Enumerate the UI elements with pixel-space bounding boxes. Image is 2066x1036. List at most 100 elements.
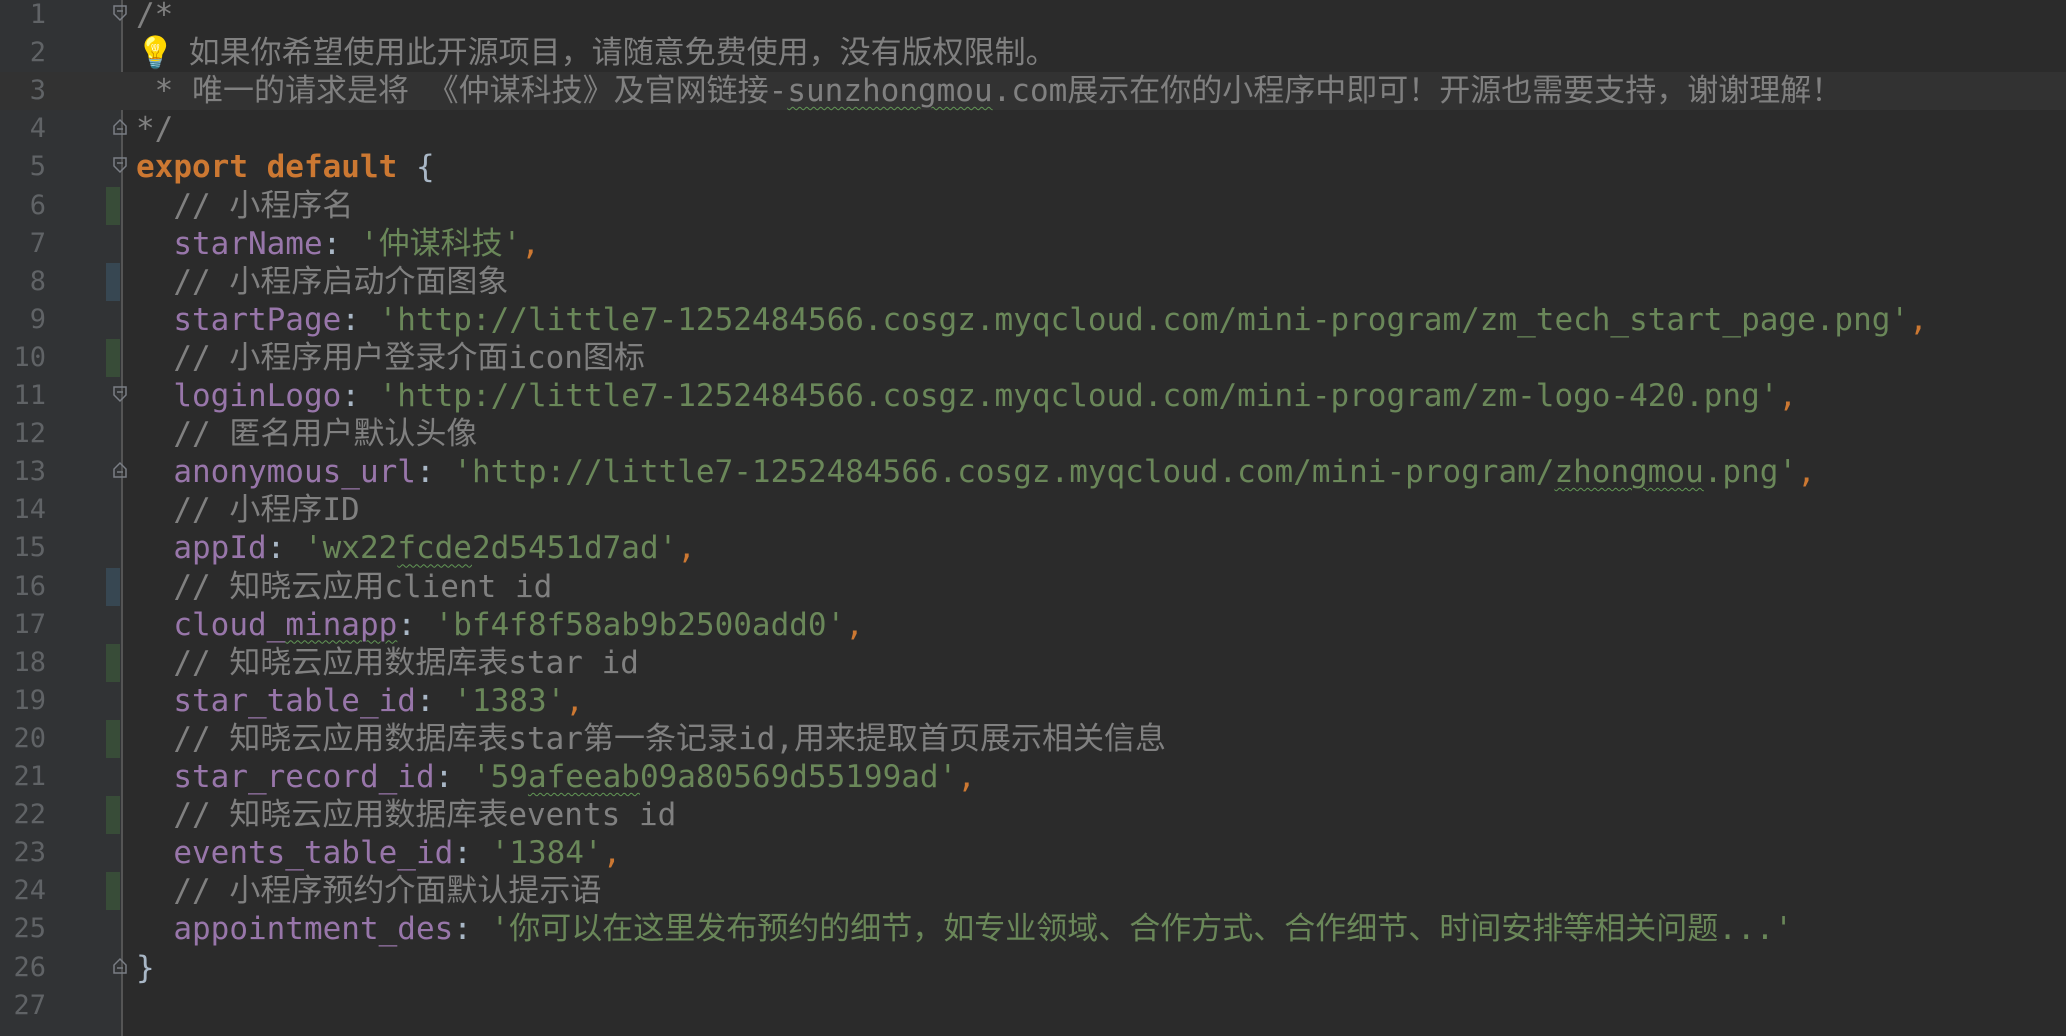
code-line[interactable]: 11 loginLogo: 'http://little7-1252484566…: [0, 377, 2066, 415]
line-number[interactable]: 13: [0, 453, 46, 491]
code-line[interactable]: 21 star_record_id: '59afeeab09a80569d551…: [0, 758, 2066, 796]
line-number[interactable]: 9: [0, 301, 46, 339]
code-line[interactable]: 20 // 知晓云应用数据库表star第一条记录id,用来提取首页展示相关信息: [0, 719, 2066, 758]
code-token: ,: [845, 606, 864, 643]
fold-collapse-icon[interactable]: [112, 156, 128, 174]
code-line[interactable]: 18 // 知晓云应用数据库表star id: [0, 643, 2066, 682]
code-text[interactable]: loginLogo: 'http://little7-1252484566.co…: [136, 377, 1797, 415]
code-text[interactable]: // 小程序用户登录介面icon图标: [136, 339, 645, 377]
code-text[interactable]: star_table_id: '1383',: [136, 682, 584, 720]
code-text[interactable]: * 唯一的请求是将 《仲谋科技》及官网链接-sunzhongmou.com展示在…: [136, 72, 1843, 110]
code-line[interactable]: 17 cloud_minapp: 'bf4f8f58ab9b2500add0',: [0, 606, 2066, 644]
code-text[interactable]: // 知晓云应用数据库表star第一条记录id,用来提取首页展示相关信息: [136, 720, 1166, 758]
line-number[interactable]: 11: [0, 377, 46, 415]
fold-collapse-icon[interactable]: [112, 4, 128, 22]
code-text[interactable]: anonymous_url: 'http://little7-125248456…: [136, 453, 1815, 491]
line-number[interactable]: 27: [0, 987, 46, 1025]
code-line[interactable]: 10 // 小程序用户登录介面icon图标: [0, 338, 2066, 377]
line-number[interactable]: 15: [0, 529, 46, 567]
code-text[interactable]: // 知晓云应用client id: [136, 568, 552, 606]
code-text[interactable]: startPage: 'http://little7-1252484566.co…: [136, 301, 1927, 339]
code-token: // 知晓云应用数据库表star第一条记录id,用来提取首页展示相关信息: [136, 720, 1166, 757]
code-text[interactable]: // 小程序名: [136, 187, 353, 225]
line-number[interactable]: 14: [0, 491, 46, 529]
code-text[interactable]: // 知晓云应用数据库表star id: [136, 644, 639, 682]
fold-end-icon[interactable]: [112, 118, 128, 136]
code-text[interactable]: appId: 'wx22fcde2d5451d7ad',: [136, 529, 696, 567]
code-token: ,: [521, 225, 540, 262]
code-line[interactable]: 2 💡 如果你希望使用此开源项目，请随意免费使用，没有版权限制。: [0, 34, 2066, 72]
code-line[interactable]: 23 events_table_id: '1384',: [0, 834, 2066, 872]
code-line[interactable]: 14 // 小程序ID: [0, 491, 2066, 529]
code-editor[interactable]: 1/* 2 💡 如果你希望使用此开源项目，请随意免费使用，没有版权限制。 3 * 唯一…: [0, 0, 2066, 1036]
line-number[interactable]: 22: [0, 796, 46, 834]
vcs-change-marker[interactable]: [106, 567, 120, 606]
lightbulb-icon[interactable]: 💡: [136, 34, 175, 72]
code-line[interactable]: 22 // 知晓云应用数据库表events id: [0, 796, 2066, 835]
code-line[interactable]: 13 anonymous_url: 'http://little7-125248…: [0, 453, 2066, 491]
code-text[interactable]: */: [136, 110, 173, 148]
code-text[interactable]: // 小程序ID: [136, 491, 359, 529]
code-line[interactable]: 9 startPage: 'http://little7-1252484566.…: [0, 301, 2066, 339]
line-number[interactable]: 10: [0, 339, 46, 377]
line-number[interactable]: 24: [0, 872, 46, 910]
line-number[interactable]: 8: [0, 263, 46, 301]
code-line[interactable]: 5 export default {: [0, 148, 2066, 186]
code-line[interactable]: 4 */: [0, 110, 2066, 148]
line-number[interactable]: 18: [0, 644, 46, 682]
code-line[interactable]: 24 // 小程序预约介面默认提示语: [0, 872, 2066, 911]
code-text[interactable]: 💡 如果你希望使用此开源项目，请随意免费使用，没有版权限制。: [136, 34, 1057, 72]
code-text[interactable]: // 匿名用户默认头像: [136, 415, 477, 453]
fold-end-icon[interactable]: [112, 461, 128, 479]
code-line[interactable]: 8 // 小程序启动介面图象: [0, 262, 2066, 301]
code-text[interactable]: // 小程序启动介面图象: [136, 263, 508, 301]
code-line[interactable]: 7 starName: '仲谋科技',: [0, 225, 2066, 263]
line-number[interactable]: 21: [0, 758, 46, 796]
line-number[interactable]: 20: [0, 720, 46, 758]
line-number[interactable]: 26: [0, 949, 46, 987]
code-line[interactable]: 19 star_table_id: '1383',: [0, 682, 2066, 720]
fold-end-icon[interactable]: [112, 957, 128, 975]
code-line[interactable]: 27: [0, 987, 2066, 1025]
code-line[interactable]: 25 appointment_des: '你可以在这里发布预约的细节，如专业领域…: [0, 910, 2066, 948]
line-number[interactable]: 16: [0, 568, 46, 606]
line-number[interactable]: 6: [0, 187, 46, 225]
vcs-change-marker[interactable]: [106, 872, 120, 911]
code-line[interactable]: 1 /*: [0, 0, 2066, 34]
line-number[interactable]: 7: [0, 225, 46, 263]
code-token: ,: [677, 530, 696, 567]
line-number[interactable]: 17: [0, 606, 46, 644]
code-text[interactable]: cloud_minapp: 'bf4f8f58ab9b2500add0',: [136, 606, 864, 644]
code-line[interactable]: 3 * 唯一的请求是将 《仲谋科技》及官网链接-sunzhongmou.com展…: [0, 72, 2066, 111]
code-line[interactable]: 15 appId: 'wx22fcde2d5451d7ad',: [0, 529, 2066, 567]
line-number[interactable]: 1: [0, 0, 46, 34]
vcs-change-marker[interactable]: [106, 262, 120, 301]
code-text[interactable]: // 小程序预约介面默认提示语: [136, 872, 601, 910]
line-number[interactable]: 19: [0, 682, 46, 720]
vcs-change-marker[interactable]: [106, 796, 120, 835]
line-number[interactable]: 4: [0, 110, 46, 148]
vcs-change-marker[interactable]: [106, 643, 120, 682]
code-line[interactable]: 6 // 小程序名: [0, 186, 2066, 225]
code-line[interactable]: 12 // 匿名用户默认头像: [0, 415, 2066, 453]
code-text[interactable]: /*: [136, 0, 173, 34]
code-line[interactable]: 26}: [0, 949, 2066, 987]
vcs-change-marker[interactable]: [106, 338, 120, 377]
code-text[interactable]: export default {: [136, 148, 435, 186]
fold-collapse-icon[interactable]: [112, 385, 128, 403]
code-text[interactable]: appointment_des: '你可以在这里发布预约的细节，如专业领域、合作…: [136, 910, 1793, 948]
vcs-change-marker[interactable]: [106, 719, 120, 758]
line-number[interactable]: 2: [0, 34, 46, 72]
code-line[interactable]: 16 // 知晓云应用client id: [0, 567, 2066, 606]
line-number[interactable]: 5: [0, 148, 46, 186]
code-text[interactable]: starName: '仲谋科技',: [136, 225, 540, 263]
vcs-change-marker[interactable]: [106, 186, 120, 225]
code-text[interactable]: // 知晓云应用数据库表events id: [136, 796, 676, 834]
line-number[interactable]: 25: [0, 910, 46, 948]
line-number[interactable]: 12: [0, 415, 46, 453]
code-text[interactable]: star_record_id: '59afeeab09a80569d55199a…: [136, 758, 976, 796]
line-number[interactable]: 23: [0, 834, 46, 872]
code-text[interactable]: }: [136, 949, 155, 987]
line-number[interactable]: 3: [0, 72, 46, 110]
code-text[interactable]: events_table_id: '1384',: [136, 834, 621, 872]
